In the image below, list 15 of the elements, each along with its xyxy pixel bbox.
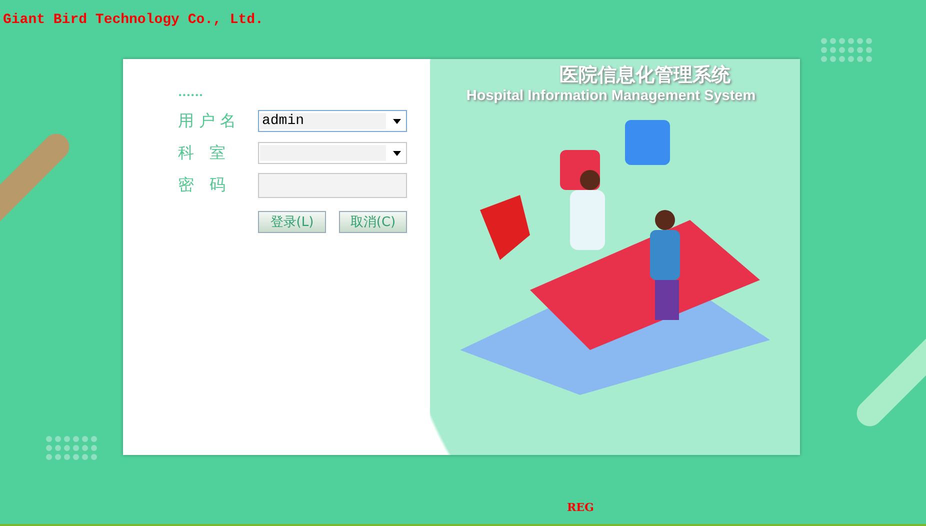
system-subtitle: Hospital Information Management System: [466, 88, 756, 104]
dropdown-field[interactable]: admin: [258, 110, 407, 132]
caret-icon: [393, 118, 401, 124]
login-button[interactable]: 登录(L): [258, 211, 326, 233]
field-label: 用 户 名: [178, 110, 238, 132]
footer-label: REG: [567, 501, 594, 514]
form-heading: ......: [178, 85, 204, 99]
company-name: Giant Bird Technology Co., Ltd.: [3, 12, 264, 28]
field-label: 科 室: [178, 142, 226, 164]
field-label: 密 码: [178, 174, 226, 196]
password-field[interactable]: [258, 172, 407, 198]
caret-icon: [393, 150, 401, 156]
cancel-button[interactable]: 取消(C): [339, 211, 407, 233]
system-title: 医院信息化管理系统: [560, 63, 730, 88]
dropdown-field[interactable]: [258, 142, 407, 164]
